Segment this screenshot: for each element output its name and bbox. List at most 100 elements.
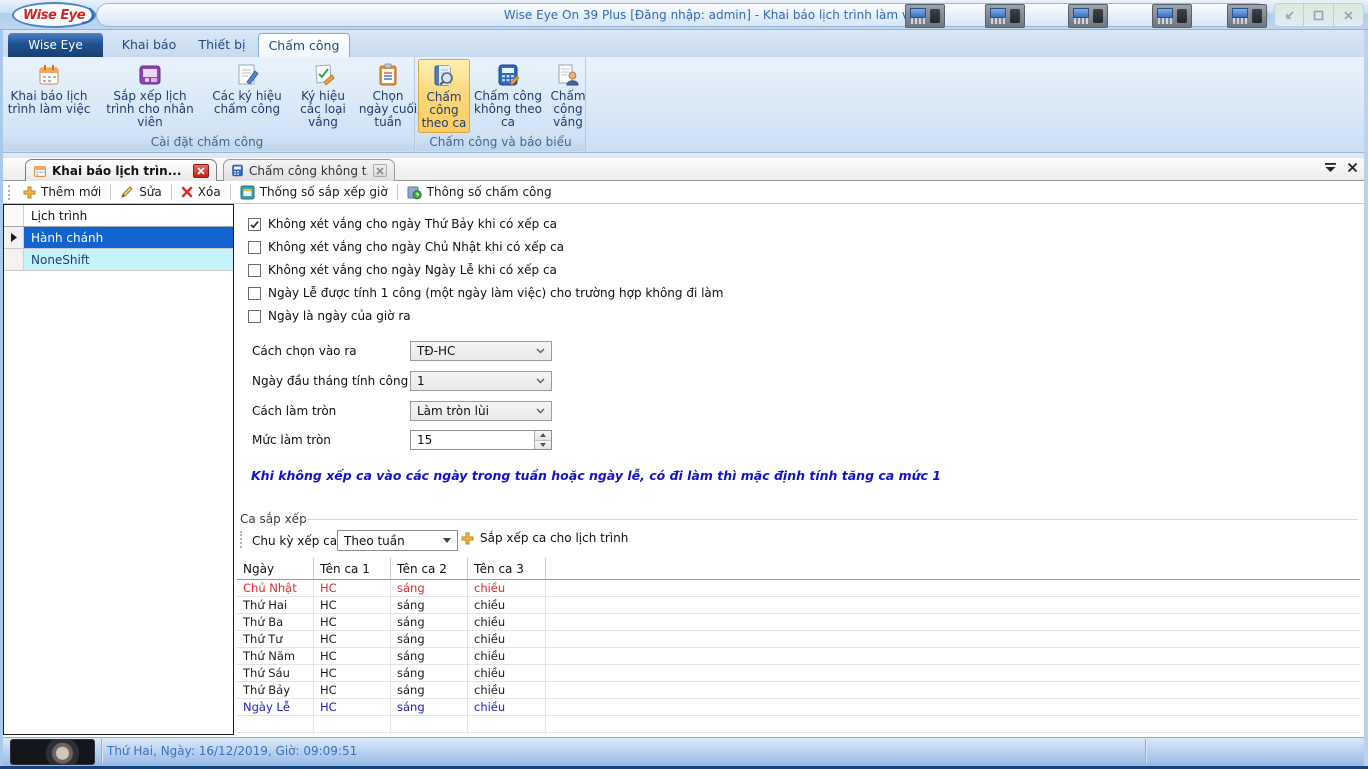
checkbox-unchecked[interactable]: [248, 310, 261, 323]
device-image-2: [985, 4, 1025, 28]
close-button[interactable]: [1334, 3, 1364, 27]
button-khai-bao-lich-trinh[interactable]: Khai báo lịch trình làm việc: [2, 59, 96, 133]
checkbox-unchecked[interactable]: [248, 241, 261, 254]
ribbon-button-label: Các ký hiệu chấm công: [204, 90, 290, 116]
edit-button-label: Sửa: [139, 185, 162, 199]
table-row[interactable]: Thứ Năm HC sáng chiều: [237, 648, 1360, 665]
list-item-label: Hành chánh: [24, 227, 233, 248]
button-cham-cong-theo-ca[interactable]: Chấm công theo ca: [418, 59, 470, 133]
cell-ca2: sáng: [391, 699, 468, 715]
status-divider: [1145, 739, 1146, 763]
cell-day: Thứ Tư: [237, 631, 314, 647]
table-row[interactable]: Ngày Lễ HC sáng chiều: [237, 699, 1360, 716]
cycle-label: Chu kỳ xếp ca: [252, 534, 337, 548]
tab-list-dropdown-icon[interactable]: [1324, 162, 1337, 173]
spin-up-button[interactable]: [535, 431, 551, 441]
tab-khai-bao[interactable]: Khai báo: [116, 33, 182, 57]
add-button[interactable]: Thêm mới: [17, 183, 107, 201]
list-item-noneshift[interactable]: NoneShift: [4, 249, 233, 271]
edit-button[interactable]: Sửa: [114, 183, 168, 201]
doctab-cham-cong-khong-theo-ca[interactable]: Chấm công không t...: [223, 159, 395, 181]
cell-ca2: sáng: [391, 631, 468, 647]
spin-down-button[interactable]: [535, 441, 551, 450]
cell-ca3: chiều: [468, 665, 546, 681]
calculator-icon: [231, 164, 244, 177]
assign-shift-label: Sắp xếp ca cho lịch trình: [480, 531, 628, 545]
tab-thiet-bi[interactable]: Thiết bị: [193, 33, 251, 57]
column-header-ten-ca-1[interactable]: Tên ca 1: [314, 558, 391, 579]
attendance-params-button[interactable]: Thông số chấm công: [401, 183, 558, 202]
combo-cach-chon-vao-ra[interactable]: TĐ-HC: [410, 341, 552, 361]
row-arrow-icon: [11, 233, 17, 242]
maximize-button[interactable]: [1304, 3, 1334, 27]
minimize-button[interactable]: [1274, 3, 1304, 27]
checkbox-row-chu-nhat: Không xét vắng cho ngày Chủ Nhật khi có …: [248, 240, 564, 254]
shift-group-caption: Ca sắp xếp: [240, 512, 307, 526]
field-label-ngay-dau-thang: Ngày đầu tháng tính công: [252, 374, 408, 388]
doctab-close-button[interactable]: [193, 164, 209, 178]
checkbox-label: Không xét vắng cho ngày Thứ Bảy khi có x…: [268, 217, 557, 231]
column-header-ten-ca-2[interactable]: Tên ca 2: [391, 558, 468, 579]
table-row[interactable]: Chủ Nhật HC sáng chiều: [237, 580, 1360, 597]
overtime-note: Khi không xếp ca vào các ngày trong tuần…: [251, 468, 941, 483]
button-cac-ky-hieu-cham-cong[interactable]: Các ký hiệu chấm công: [204, 59, 290, 133]
cell-ca3: chiều: [468, 699, 546, 715]
app-logo: Wise Eye: [12, 2, 96, 28]
table-row[interactable]: Thứ Tư HC sáng chiều: [237, 631, 1360, 648]
absent-report-icon: [555, 62, 581, 88]
cell-day: Thứ Năm: [237, 648, 314, 664]
combo-value: TĐ-HC: [417, 344, 455, 358]
checkbox-row-ngay-le-1-cong: Ngày Lễ được tính 1 công (một ngày làm v…: [248, 286, 723, 300]
button-ky-hieu-cac-loai-vang[interactable]: Ký hiệu các loại vắng: [292, 59, 354, 133]
table-row-empty[interactable]: [237, 716, 1360, 733]
hours-params-button[interactable]: Thống số sắp xếp giờ: [234, 183, 394, 202]
column-header-ten-ca-3[interactable]: Tên ca 3: [468, 558, 546, 579]
checkbox-label: Không xét vắng cho ngày Ngày Lễ khi có x…: [268, 263, 557, 277]
column-header-ngay[interactable]: Ngày: [237, 558, 314, 579]
combo-chu-ky-xep-ca[interactable]: Theo tuần: [337, 530, 458, 551]
table-row[interactable]: Thứ Bảy HC sáng chiều: [237, 682, 1360, 699]
list-item-hanh-chanh[interactable]: Hành chánh: [4, 227, 233, 249]
combo-cach-lam-tron[interactable]: Làm tròn lùi: [410, 401, 552, 421]
ribbon-button-label: Chấm công vắng: [546, 90, 590, 129]
delete-button[interactable]: Xóa: [175, 183, 227, 201]
cell-ca1: HC: [314, 682, 391, 698]
cell-ca3: chiều: [468, 682, 546, 698]
checkbox-checked[interactable]: [248, 218, 261, 231]
table-row[interactable]: Thứ Hai HC sáng chiều: [237, 597, 1360, 614]
doctab-label: Chấm công không t...: [249, 164, 368, 178]
cell-ca2: sáng: [391, 682, 468, 698]
doctab-khai-bao-lich-trinh[interactable]: Khai báo lịch trìn...: [25, 159, 217, 181]
checkbox-unchecked[interactable]: [248, 264, 261, 277]
button-cham-cong-khong-theo-ca[interactable]: Chấm công không theo ca: [472, 59, 544, 133]
cell-ca2: sáng: [391, 614, 468, 630]
calendar-icon: [33, 164, 47, 178]
schedule-list-header[interactable]: Lịch trình: [24, 205, 233, 226]
button-chon-ngay-cuoi-tuan[interactable]: Chọn ngày cuối tuần: [356, 59, 420, 133]
tab-cham-cong[interactable]: Chấm công: [258, 33, 350, 57]
cell-day: Thứ Hai: [237, 597, 314, 613]
tab-wise-eye[interactable]: Wise Eye: [8, 33, 103, 57]
cell-ca1: HC: [314, 631, 391, 647]
shift-table-header-row: Ngày Tên ca 1 Tên ca 2 Tên ca 3: [237, 558, 1360, 580]
cell-ca3: chiều: [468, 631, 546, 647]
table-row[interactable]: Thứ Sáu HC sáng chiều: [237, 665, 1360, 682]
document-pencil-icon: [234, 62, 260, 88]
button-sap-xep-lich-trinh[interactable]: Sắp xếp lịch trình cho nhân viên: [98, 59, 202, 133]
button-cham-cong-vang[interactable]: Chấm công vắng: [546, 59, 590, 133]
tabstrip-close-icon[interactable]: [1347, 162, 1358, 173]
combo-ngay-dau-thang[interactable]: 1: [410, 371, 552, 391]
toolbar-grip: [8, 185, 13, 200]
spinner-value: 15: [417, 433, 432, 447]
shift-group-line: [305, 519, 1358, 520]
spinner-muc-lam-tron[interactable]: 15: [410, 430, 552, 450]
cell-day: Thứ Bảy: [237, 682, 314, 698]
table-row[interactable]: Thứ Ba HC sáng chiều: [237, 614, 1360, 631]
assign-shift-button[interactable]: Sắp xếp ca cho lịch trình: [461, 531, 628, 545]
chevron-down-icon: [536, 408, 545, 414]
checkbox-unchecked[interactable]: [248, 287, 261, 300]
field-label-cach-chon-vao-ra: Cách chọn vào ra: [252, 344, 357, 358]
cell-ca1: HC: [314, 665, 391, 681]
chevron-down-icon: [536, 348, 545, 354]
doctab-close-button[interactable]: [373, 164, 387, 177]
